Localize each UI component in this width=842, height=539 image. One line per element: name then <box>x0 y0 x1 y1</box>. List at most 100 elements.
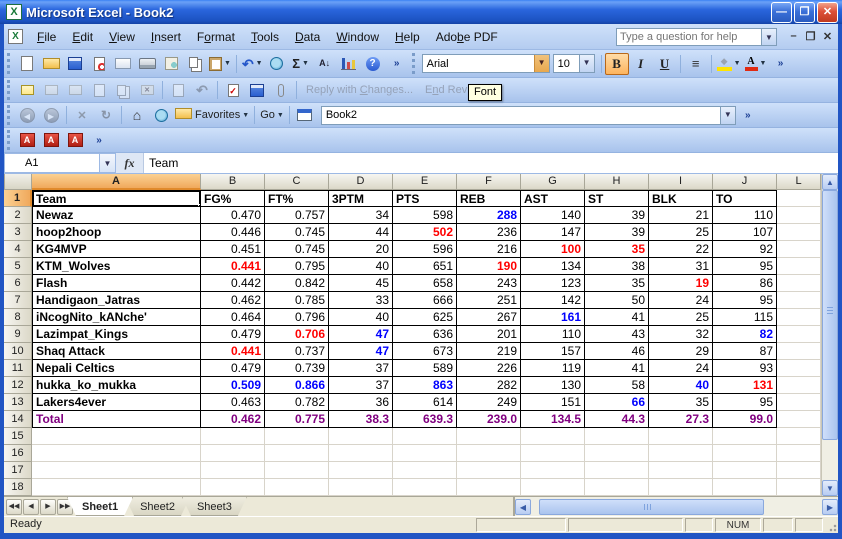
cell-J4[interactable]: 92 <box>713 241 777 258</box>
cell-E2[interactable]: 598 <box>393 207 457 224</box>
font-size-combo[interactable]: 10 ▼ <box>553 54 595 73</box>
cell-L10[interactable] <box>777 343 821 360</box>
cell-J13[interactable]: 95 <box>713 394 777 411</box>
cell-C17[interactable] <box>265 462 329 479</box>
row-header-16[interactable]: 16 <box>4 445 32 462</box>
resize-grip[interactable] <box>824 517 838 533</box>
cell-D6[interactable]: 45 <box>329 275 393 292</box>
menu-adobe-pdf[interactable]: Adobe PDF <box>428 26 506 48</box>
cell-L15[interactable] <box>777 428 821 445</box>
cell-H15[interactable] <box>585 428 649 445</box>
undo-button[interactable]: ↶▼ <box>240 53 265 75</box>
menu-tools[interactable]: Tools <box>243 26 287 48</box>
cell-I5[interactable]: 31 <box>649 258 713 275</box>
cell-D15[interactable] <box>329 428 393 445</box>
first-sheet-button[interactable]: ◀◀ <box>6 499 22 515</box>
go-button[interactable]: Go▼ <box>258 104 286 126</box>
toolbar-options-chevron-button[interactable]: » <box>385 53 409 75</box>
cell-D11[interactable]: 37 <box>329 360 393 377</box>
cell-A12[interactable]: hukka_ko_mukka <box>32 377 201 394</box>
cell-F2[interactable]: 288 <box>457 207 521 224</box>
cell-D9[interactable]: 47 <box>329 326 393 343</box>
show-all-comments-button[interactable] <box>111 79 135 101</box>
cell-C7[interactable]: 0.785 <box>265 292 329 309</box>
underline-button[interactable]: U <box>653 53 677 75</box>
menu-data[interactable]: Data <box>287 26 328 48</box>
refresh-button[interactable]: ↻ <box>94 104 118 126</box>
cell-I15[interactable] <box>649 428 713 445</box>
cell-L12[interactable] <box>777 377 821 394</box>
minimize-button[interactable]: — <box>771 2 792 23</box>
save-version-button[interactable] <box>245 79 269 101</box>
name-box-dropdown-icon[interactable]: ▼ <box>100 153 116 173</box>
cell-L14[interactable] <box>777 411 821 428</box>
cell-B9[interactable]: 0.479 <box>201 326 265 343</box>
cell-H1[interactable]: ST <box>585 190 649 207</box>
column-header-i[interactable]: I <box>649 174 713 190</box>
cell-G17[interactable] <box>521 462 585 479</box>
cell-H8[interactable]: 41 <box>585 309 649 326</box>
scroll-down-icon[interactable]: ▼ <box>822 480 838 496</box>
cell-B11[interactable]: 0.479 <box>201 360 265 377</box>
cell-H9[interactable]: 43 <box>585 326 649 343</box>
cell-D14[interactable]: 38.3 <box>329 411 393 428</box>
cell-B16[interactable] <box>201 445 265 462</box>
cell-L4[interactable] <box>777 241 821 258</box>
cell-E14[interactable]: 639.3 <box>393 411 457 428</box>
column-header-f[interactable]: F <box>457 174 521 190</box>
previous-sheet-button[interactable]: ◀ <box>23 499 39 515</box>
menu-view[interactable]: View <box>101 26 143 48</box>
column-header-c[interactable]: C <box>265 174 329 190</box>
cell-B13[interactable]: 0.463 <box>201 394 265 411</box>
cell-B3[interactable]: 0.446 <box>201 224 265 241</box>
show-comment-button[interactable] <box>87 79 111 101</box>
cell-F7[interactable]: 251 <box>457 292 521 309</box>
cell-A15[interactable] <box>32 428 201 445</box>
cell-E13[interactable]: 614 <box>393 394 457 411</box>
new-comment-button[interactable] <box>15 79 39 101</box>
print-button[interactable] <box>135 53 159 75</box>
cell-I14[interactable]: 27.3 <box>649 411 713 428</box>
dropdown-arrow-icon[interactable]: ▼ <box>302 60 309 67</box>
row-header-4[interactable]: 4 <box>4 241 32 258</box>
row-header-13[interactable]: 13 <box>4 394 32 411</box>
cell-E9[interactable]: 636 <box>393 326 457 343</box>
cell-C16[interactable] <box>265 445 329 462</box>
sort-ascending-button[interactable]: A↓ <box>313 53 337 75</box>
cell-H12[interactable]: 58 <box>585 377 649 394</box>
cell-D7[interactable]: 33 <box>329 292 393 309</box>
cell-E8[interactable]: 625 <box>393 309 457 326</box>
cell-J17[interactable] <box>713 462 777 479</box>
doc-minimize-button[interactable]: – <box>785 30 802 43</box>
cell-C8[interactable]: 0.796 <box>265 309 329 326</box>
formula-input[interactable]: Team <box>144 153 838 173</box>
formatting-options-chevron[interactable]: » <box>768 53 792 75</box>
cell-A14[interactable]: Total <box>32 411 201 428</box>
row-header-18[interactable]: 18 <box>4 479 32 496</box>
convert-to-adobe-pdf-and-email-button[interactable]: A <box>39 129 63 151</box>
cell-C14[interactable]: 0.775 <box>265 411 329 428</box>
cell-D1[interactable]: 3PTM <box>329 190 393 207</box>
cell-D13[interactable]: 36 <box>329 394 393 411</box>
cell-J16[interactable] <box>713 445 777 462</box>
cell-D5[interactable]: 40 <box>329 258 393 275</box>
select-all-corner[interactable] <box>4 174 32 190</box>
row-header-10[interactable]: 10 <box>4 343 32 360</box>
cell-I2[interactable]: 21 <box>649 207 713 224</box>
chart-wizard-button[interactable] <box>337 53 361 75</box>
show-web-toolbar-button[interactable] <box>293 104 317 126</box>
menu-insert[interactable]: Insert <box>143 26 189 48</box>
attach-button[interactable] <box>269 79 293 101</box>
cell-D3[interactable]: 44 <box>329 224 393 241</box>
cell-J11[interactable]: 93 <box>713 360 777 377</box>
cell-C9[interactable]: 0.706 <box>265 326 329 343</box>
cell-C6[interactable]: 0.842 <box>265 275 329 292</box>
cell-C5[interactable]: 0.795 <box>265 258 329 275</box>
cell-F18[interactable] <box>457 479 521 496</box>
cell-F6[interactable]: 243 <box>457 275 521 292</box>
email-button[interactable] <box>111 53 135 75</box>
cell-I6[interactable]: 19 <box>649 275 713 292</box>
cell-A8[interactable]: iNcogNito_kANche' <box>32 309 201 326</box>
cell-H4[interactable]: 35 <box>585 241 649 258</box>
cell-A13[interactable]: Lakers4ever <box>32 394 201 411</box>
